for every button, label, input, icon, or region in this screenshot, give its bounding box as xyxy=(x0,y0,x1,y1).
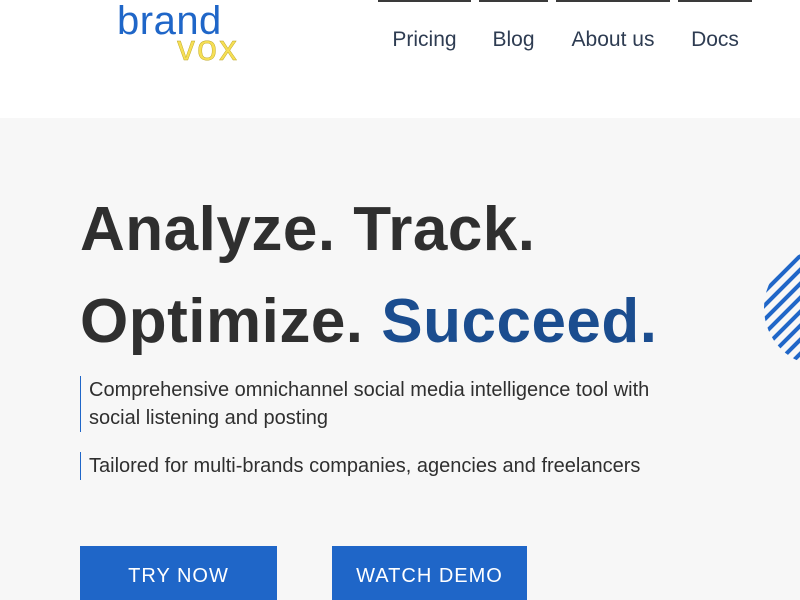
hero-headline: Analyze. Track. Optimize. Succeed. xyxy=(80,184,658,368)
hero-description-1: Comprehensive omnichannel social media i… xyxy=(80,376,680,432)
hero-section: Analyze. Track. Optimize. Succeed. Compr… xyxy=(0,118,800,600)
headline-line-2-accent: Succeed. xyxy=(381,287,658,356)
main-nav: Pricing Blog About us Docs xyxy=(0,0,800,80)
nav-link-about-us[interactable]: About us xyxy=(556,0,670,60)
striped-circle-icon xyxy=(764,250,800,366)
nav-link-pricing[interactable]: Pricing xyxy=(378,0,471,60)
headline-line-2-dark: Optimize. xyxy=(80,287,364,356)
nav-link-docs[interactable]: Docs xyxy=(678,0,752,60)
try-now-button[interactable]: TRY NOW xyxy=(80,546,277,600)
headline-line-1: Analyze. Track. xyxy=(80,195,536,264)
nav-link-blog[interactable]: Blog xyxy=(479,0,548,60)
watch-demo-button[interactable]: WATCH DEMO xyxy=(332,546,527,600)
hero-description-2: Tailored for multi-brands companies, age… xyxy=(80,452,680,480)
site-header: brand vox Pricing Blog About us Docs xyxy=(0,0,800,118)
